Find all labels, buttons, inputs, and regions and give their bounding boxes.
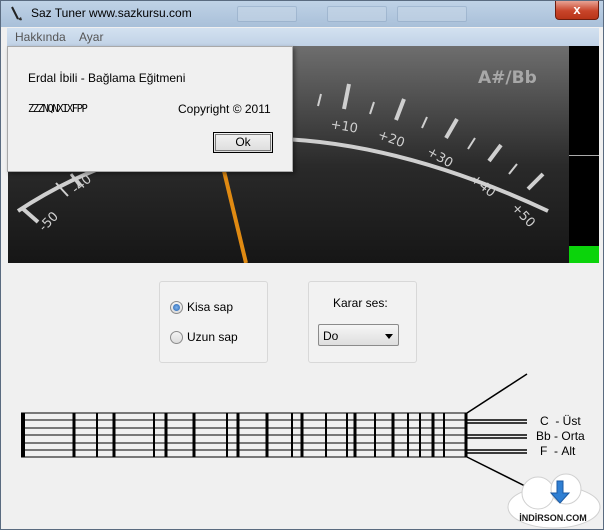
title-bar[interactable]: Saz Tuner www.sazkursu.com x [1,1,603,27]
scale-label-minus50: -50 [36,209,62,235]
string-lower-name: Alt [561,444,576,458]
string-middle: Bb - Orta [536,429,585,443]
reference-select[interactable]: Do [318,324,399,346]
level-fill [569,245,599,263]
radio-button-kisa[interactable] [170,300,183,314]
detected-note: A#/Bb [478,68,537,88]
radio-kisa-sap[interactable]: Kisa sap [170,299,233,315]
main-window: Saz Tuner www.sazkursu.com x Hakkında Ay… [0,0,604,530]
string-middle-note: Bb [536,429,551,443]
watermark-text: İNDİRSON.COM [519,513,587,523]
about-registration-text: ZZZNQNXIXFPP [28,102,88,115]
radio-uzun-sap[interactable]: Uzun sap [170,329,238,345]
signal-level-meter [569,46,599,263]
window-title: Saz Tuner www.sazkursu.com [31,6,192,20]
string-upper: C - Üst [540,414,581,428]
chevron-down-icon [385,334,393,339]
string-lower-note: F [540,444,548,458]
reference-label: Karar ses: [333,296,388,310]
scale-label-plus10: +10 [329,117,359,137]
reference-select-value: Do [323,329,339,343]
radio-label-kisa: Kisa sap [187,300,234,314]
string-upper-note: C [540,414,549,428]
neck-length-group: Kisa sap Uzun sap [159,281,268,363]
menu-hakkinda[interactable]: Hakkında [15,30,66,44]
string-middle-name: Orta [561,429,585,443]
gauge-needle [222,170,248,263]
menu-ayar[interactable]: Ayar [79,30,103,44]
string-lower: F - Alt [540,444,576,458]
radio-label-uzun: Uzun sap [187,330,238,344]
indirson-watermark: İNDİRSON.COM [507,473,601,529]
menu-bar: Hakkında Ayar [7,28,599,46]
about-dialog: Erdal İbili - Bağlama Eğitmeni ZZZNQNXIX… [7,46,293,172]
about-copyright: Copyright © 2011 [178,102,271,116]
close-button[interactable]: x [555,1,599,20]
scale-label-plus20: +20 [376,128,407,151]
about-author: Erdal İbili - Bağlama Eğitmeni [28,71,186,85]
ok-button[interactable]: Ok [213,132,273,153]
app-icon [11,6,22,21]
level-divider [569,155,599,156]
string-upper-name: Üst [562,414,581,428]
close-icon: x [573,2,581,17]
scale-label-plus40: +40 [467,172,498,201]
radio-button-uzun[interactable] [170,330,183,344]
background-taskbar-ghost [237,4,487,24]
reference-note-group: Karar ses: Do [308,281,417,363]
